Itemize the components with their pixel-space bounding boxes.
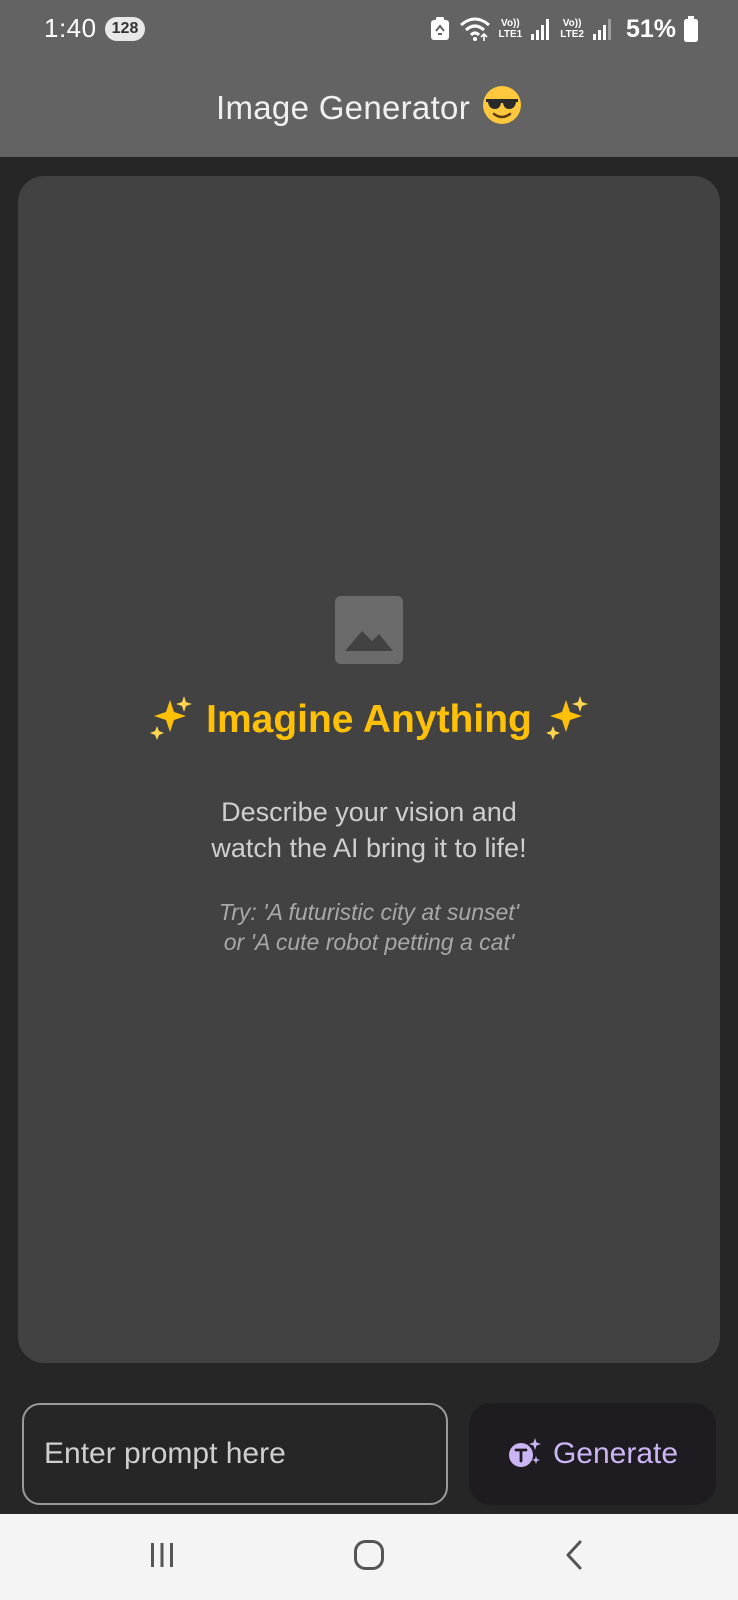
signal-1-icon	[530, 17, 552, 41]
empty-state-headline: Imagine Anything	[18, 694, 720, 745]
battery-icon	[684, 16, 698, 42]
wifi-icon	[459, 16, 491, 42]
home-button[interactable]	[309, 1514, 429, 1600]
sparkles-icon	[148, 694, 194, 745]
empty-state-subtitle: Describe your vision and watch the AI br…	[211, 797, 527, 863]
image-placeholder-icon	[335, 596, 403, 669]
battery-percentage: 51%	[625, 14, 676, 43]
ai-text-sparkle-icon	[507, 1436, 541, 1473]
lte2-indicator: Vo)) LTE2	[560, 18, 584, 40]
generate-button-label: Generate	[552, 1437, 679, 1470]
status-time: 1:40	[44, 13, 97, 43]
recycle-notification-icon	[429, 16, 451, 42]
prompt-bar: Generate	[0, 1382, 738, 1514]
recents-icon	[148, 1541, 176, 1574]
headline-text: Imagine Anything	[206, 697, 532, 741]
signal-2-icon	[592, 17, 614, 41]
generate-button[interactable]: Generate	[469, 1403, 716, 1505]
system-navigation-bar	[0, 1514, 738, 1600]
sparkles-icon	[544, 694, 590, 745]
empty-state-hint: Try: 'A futuristic city at sunset' or 'A…	[218, 899, 520, 955]
status-bar: 1:40 128 Vo)) LTE1 Vo)) LTE2 51%	[0, 0, 738, 58]
notification-count-badge: 128	[105, 17, 145, 41]
home-icon	[353, 1539, 385, 1576]
smiling-face-with-sunglasses-icon	[482, 85, 522, 130]
app-bar: Image Generator	[0, 58, 738, 157]
back-icon	[564, 1539, 586, 1576]
status-icons: Vo)) LTE1 Vo)) LTE2 51%	[429, 12, 698, 46]
back-button[interactable]	[515, 1514, 635, 1600]
recents-button[interactable]	[102, 1514, 222, 1600]
lte1-indicator: Vo)) LTE1	[498, 18, 523, 40]
page-title: Image Generator	[216, 88, 470, 126]
prompt-input[interactable]	[22, 1403, 448, 1505]
image-preview-card: Imagine Anything Describe your vision an…	[18, 176, 720, 1363]
